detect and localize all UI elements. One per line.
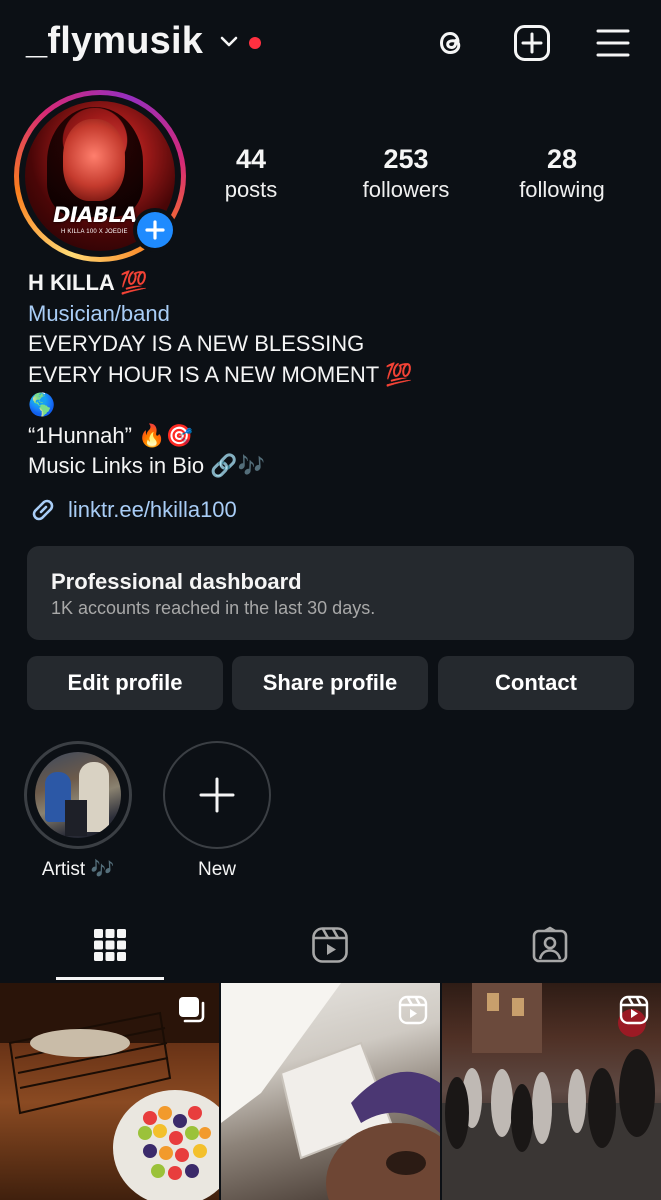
- following-count[interactable]: 28 following: [492, 142, 632, 204]
- bio-line: Music Links in Bio 🔗🎶: [28, 453, 265, 478]
- display-name: H KILLA 💯: [28, 270, 148, 295]
- reels-icon: [312, 927, 348, 963]
- avatar-cover-subtitle: H KILLA 100 X JOEDIE: [61, 229, 128, 235]
- tab-posts[interactable]: [0, 920, 220, 980]
- carousel-icon: [179, 997, 205, 1023]
- highlight-cover: [24, 741, 132, 849]
- bio: H KILLA 💯 Musician/band EVERYDAY IS A NE…: [28, 268, 638, 482]
- bio-line: EVERY HOUR IS A NEW MOMENT 💯: [28, 361, 413, 387]
- highlight-label: New: [197, 859, 236, 880]
- menu-icon[interactable]: [594, 24, 632, 62]
- active-tab-indicator: [56, 977, 164, 980]
- account-switcher[interactable]: _flymusik: [26, 20, 203, 63]
- top-bar: _flymusik: [0, 0, 661, 90]
- plus-icon: [199, 777, 235, 813]
- stat-value: 253: [383, 144, 429, 174]
- dashboard-subtitle: 1K accounts reached in the last 30 days.: [51, 598, 376, 618]
- stat-label: followers: [362, 177, 450, 202]
- threads-icon[interactable]: [432, 24, 470, 62]
- notification-dot: [249, 37, 261, 49]
- bio-link[interactable]: linktr.ee/hkilla100: [28, 494, 237, 526]
- tab-reels[interactable]: [220, 920, 440, 980]
- stat-label: posts: [224, 177, 278, 202]
- tagged-icon: [532, 926, 568, 963]
- reel-thumbnail[interactable]: [442, 983, 661, 1200]
- add-story-button[interactable]: [133, 208, 177, 252]
- bio-line: 🌎: [28, 392, 56, 417]
- highlight-new[interactable]: New: [163, 741, 271, 882]
- post-thumbnail[interactable]: [0, 983, 219, 1200]
- link-icon: [32, 499, 54, 521]
- chevron-down-icon[interactable]: [219, 34, 239, 50]
- grid-icon: [94, 929, 126, 961]
- dashboard-title: Professional dashboard: [51, 569, 302, 594]
- bio-line: EVERYDAY IS A NEW BLESSING: [28, 331, 365, 356]
- followers-count[interactable]: 253 followers: [336, 142, 476, 204]
- reel-thumbnail[interactable]: [221, 983, 440, 1200]
- stat-value: 44: [235, 144, 267, 174]
- bio-line: “1Hunnah” 🔥🎯: [28, 422, 193, 448]
- contact-button[interactable]: Contact: [438, 656, 634, 710]
- reels-icon: [619, 995, 649, 1025]
- posts-count[interactable]: 44 posts: [181, 142, 321, 204]
- professional-dashboard[interactable]: Professional dashboard 1K accounts reach…: [27, 546, 634, 640]
- edit-profile-button[interactable]: Edit profile: [27, 656, 223, 710]
- reels-icon: [398, 995, 428, 1025]
- stat-label: following: [519, 177, 605, 202]
- highlight-artist[interactable]: Artist 🎶: [24, 741, 132, 882]
- bio-link-text: linktr.ee/hkilla100: [68, 497, 237, 522]
- avatar-cover-title: DIABLA: [53, 203, 138, 227]
- tab-tagged[interactable]: [440, 920, 660, 980]
- stat-value: 28: [546, 144, 578, 174]
- highlight-label: Artist 🎶: [41, 859, 115, 880]
- share-profile-button[interactable]: Share profile: [232, 656, 428, 710]
- category-label[interactable]: Musician/band: [28, 299, 638, 330]
- plus-icon: [145, 220, 165, 240]
- create-post-icon[interactable]: [513, 24, 551, 62]
